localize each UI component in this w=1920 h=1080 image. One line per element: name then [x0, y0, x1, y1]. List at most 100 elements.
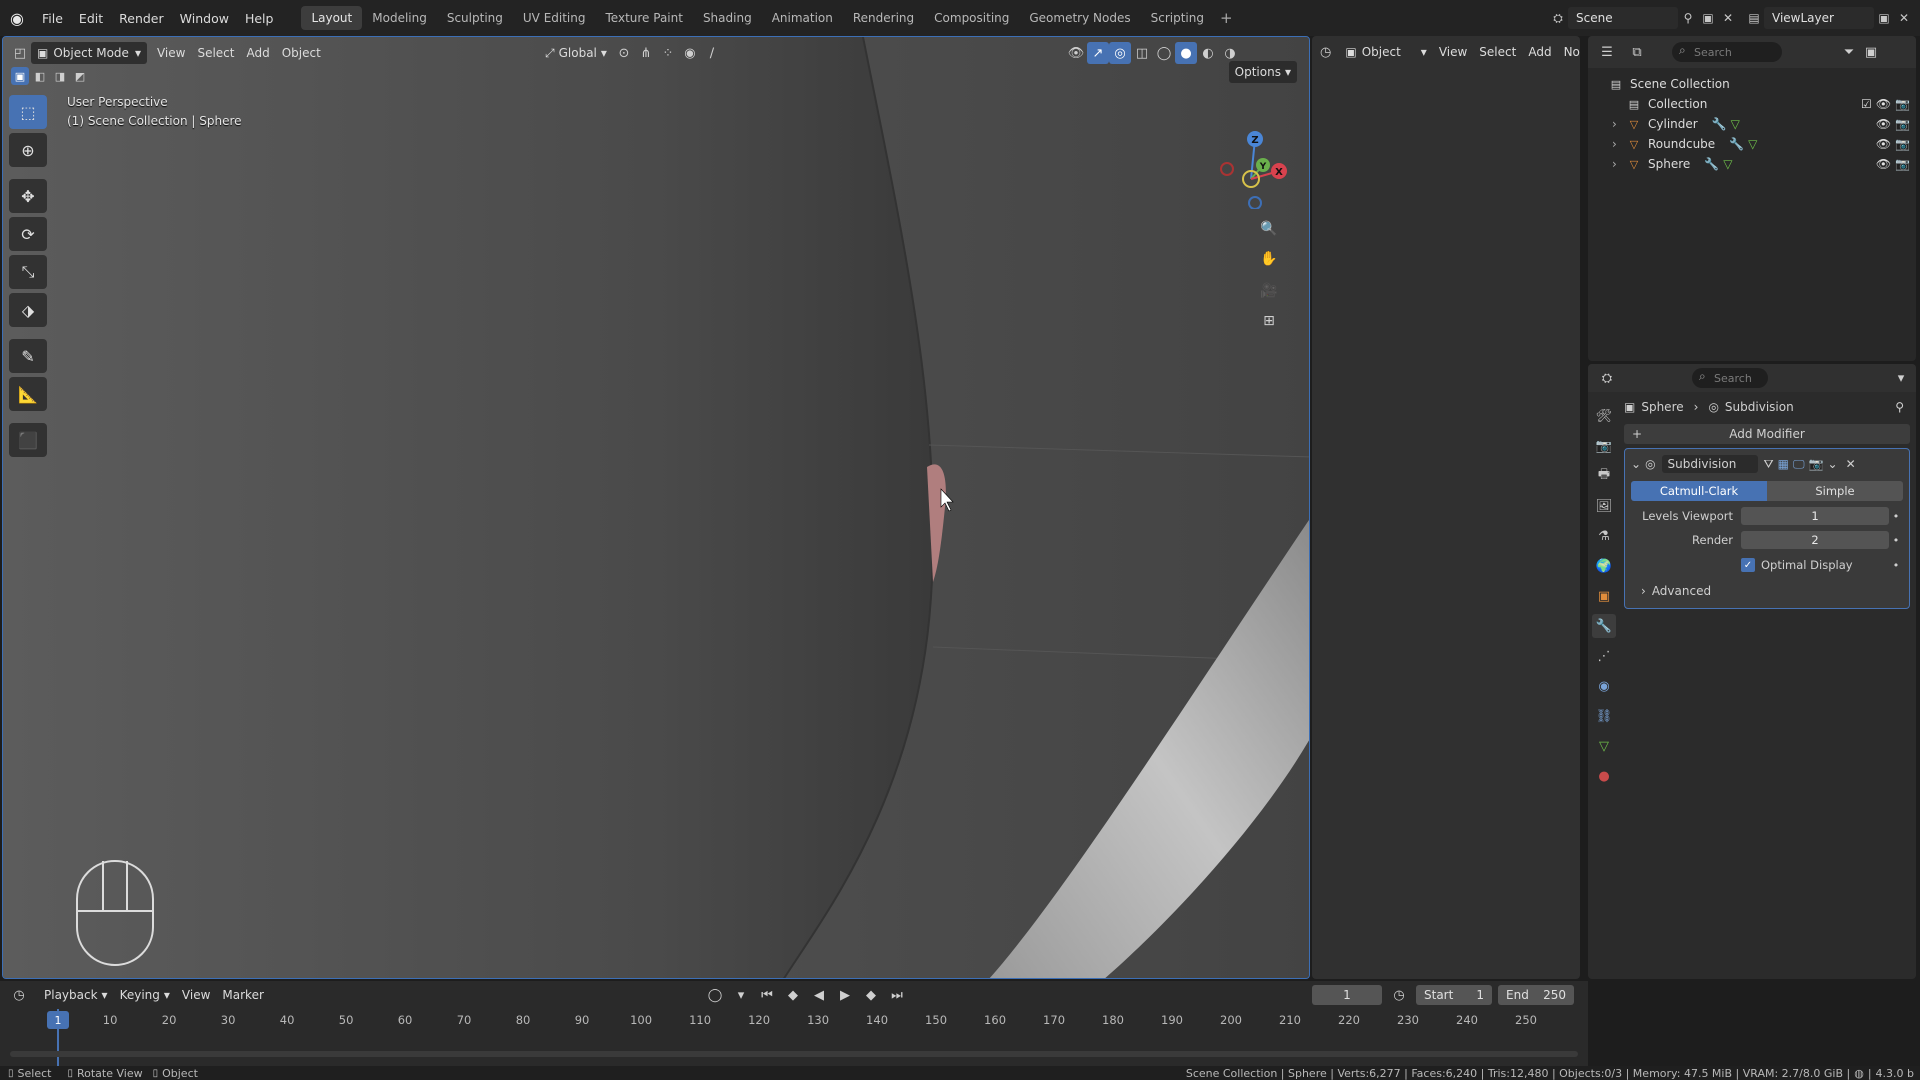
scene-name-field[interactable]: Scene	[1568, 7, 1678, 29]
menu-add[interactable]: Add	[1522, 41, 1557, 63]
scene-tab-icon[interactable]: ⚗	[1592, 524, 1616, 548]
clock-icon[interactable]: ◷	[1388, 984, 1410, 1006]
measure-tool-icon[interactable]: 📐	[9, 377, 47, 411]
modifier-wrench-icon[interactable]: 🔧	[1729, 137, 1744, 151]
keyframe-type-icon[interactable]: ▾	[730, 984, 752, 1006]
collection-row[interactable]: ▤ Collection ☑ 👁 📷	[1608, 94, 1916, 114]
viewlayer-name-field[interactable]: ViewLayer	[1764, 7, 1874, 29]
tree-item-roundcube[interactable]: › ▽ Roundcube 🔧 ▽ 👁 📷	[1608, 134, 1916, 154]
cage-toggle-icon[interactable]: ▦	[1778, 457, 1789, 471]
add-modifier-button[interactable]: + Add Modifier	[1624, 424, 1910, 444]
mesh-data-icon[interactable]: ▽	[1748, 137, 1757, 151]
data-tab-icon[interactable]: ▽	[1592, 734, 1616, 758]
modifier-wrench-icon[interactable]: 🔧	[1712, 117, 1727, 131]
cursor-tool-icon[interactable]: ⊕	[9, 133, 47, 167]
menu-marker[interactable]: Marker	[216, 984, 269, 1006]
editor-type-icon[interactable]: ◰	[9, 42, 31, 64]
mesh-data-icon[interactable]: ▽	[1731, 117, 1740, 131]
simple-button[interactable]: Simple	[1767, 481, 1903, 501]
render-toggle-icon[interactable]: 📷	[1809, 457, 1824, 471]
material-tab-icon[interactable]: ●	[1592, 764, 1616, 788]
menu-view[interactable]: View	[1433, 41, 1473, 63]
tab-sculpting[interactable]: Sculpting	[437, 6, 513, 30]
optimal-display-checkbox-icon[interactable]: ✓	[1741, 558, 1755, 572]
editor-type-icon[interactable]: ⛭	[1596, 367, 1618, 389]
jump-end-icon[interactable]: ⏭	[886, 984, 908, 1006]
outliner-search-input[interactable]: Search	[1672, 42, 1782, 62]
menu-window[interactable]: Window	[172, 0, 237, 36]
scene-icon[interactable]: ⛭	[1548, 7, 1568, 29]
camera-icon[interactable]: 📷	[1895, 137, 1910, 151]
transform-tool-icon[interactable]: ⬗	[9, 293, 47, 327]
filter-icon[interactable]: ⏷	[1838, 41, 1860, 63]
solid-shading-icon[interactable]: ●	[1175, 42, 1197, 64]
tab-layout[interactable]: Layout	[301, 6, 363, 30]
proportional-edit-icon[interactable]: ◉	[679, 42, 701, 64]
constraints-tab-icon[interactable]: ⛓	[1592, 704, 1616, 728]
new-viewlayer-icon[interactable]: ▣	[1874, 7, 1894, 29]
expand-chevron-icon[interactable]: ›	[1612, 137, 1626, 151]
chevron-down-icon[interactable]: ▾	[1890, 367, 1912, 389]
menu-more[interactable]: No	[1558, 41, 1586, 63]
next-keyframe-icon[interactable]: ◆	[860, 984, 882, 1006]
play-icon[interactable]: ▶	[834, 984, 856, 1006]
viewlayer-icon[interactable]: ▤	[1744, 7, 1764, 29]
tool-tab-icon[interactable]: 🛠	[1592, 404, 1616, 428]
eye-icon[interactable]: 👁	[1876, 157, 1891, 171]
chevron-down-icon[interactable]: ⌄	[1828, 457, 1838, 471]
select-box-tool-icon[interactable]: ⬚	[9, 95, 47, 129]
start-frame-field[interactable]: Start 1	[1416, 985, 1492, 1005]
mesh-data-icon[interactable]: ▽	[1723, 157, 1732, 171]
playhead-frame-label[interactable]: 1	[47, 1011, 69, 1029]
output-tab-icon[interactable]: 🖶	[1592, 464, 1616, 488]
object-tab-icon[interactable]: ▣	[1592, 584, 1616, 608]
modifier-name-field[interactable]: Subdivision	[1661, 455, 1758, 473]
timeline-scrollbar[interactable]	[10, 1051, 1578, 1057]
material-shading-icon[interactable]: ◐	[1197, 42, 1219, 64]
collapse-chevron-icon[interactable]: ⌄	[1631, 457, 1641, 471]
tree-item-sphere[interactable]: › ▽ Sphere 🔧 ▽ 👁 📷	[1608, 154, 1916, 174]
close-icon[interactable]: ✕	[1718, 7, 1738, 29]
close-icon[interactable]: ✕	[1846, 457, 1856, 471]
visibility-icon[interactable]: 👁	[1065, 42, 1087, 64]
select-subtract-icon[interactable]: ◨	[51, 67, 69, 85]
keyframe-dot-icon[interactable]: •	[1889, 510, 1903, 523]
options-dropdown[interactable]: Options ▾	[1228, 61, 1297, 83]
camera-view-icon[interactable]: 🎥	[1255, 277, 1283, 305]
tab-geometry-nodes[interactable]: Geometry Nodes	[1019, 6, 1140, 30]
particles-tab-icon[interactable]: ⋰	[1592, 644, 1616, 668]
display-mode-icon[interactable]: ⧉	[1626, 41, 1648, 63]
timeline-ruler[interactable]: 10 20 30 40 50 60 70 80 90 100 110 120 130 140 150 160 1…	[0, 1011, 1588, 1031]
editor-type-icon[interactable]: ☰	[1596, 41, 1618, 63]
select-new-icon[interactable]: ▣	[11, 67, 29, 85]
menu-keying[interactable]: Keying ▾	[114, 984, 176, 1006]
select-intersect-icon[interactable]: ◩	[71, 67, 89, 85]
physics-tab-icon[interactable]: ◉	[1592, 674, 1616, 698]
pin-icon[interactable]: ⚲	[1895, 400, 1904, 414]
gizmo-toggle-icon[interactable]: ↗	[1087, 42, 1109, 64]
axis-gizmo[interactable]: Z Y X	[1179, 89, 1299, 210]
tab-compositing[interactable]: Compositing	[924, 6, 1019, 30]
new-scene-icon[interactable]: ▣	[1698, 7, 1718, 29]
render-levels-field[interactable]: 2	[1741, 531, 1889, 549]
play-reverse-icon[interactable]: ◀	[808, 984, 830, 1006]
eye-icon[interactable]: 👁	[1876, 117, 1891, 131]
pin-icon[interactable]: ⚲	[1678, 7, 1698, 29]
edit-mode-toggle-icon[interactable]: ⛛	[1764, 457, 1774, 472]
blender-logo-icon[interactable]: ◉	[0, 0, 34, 36]
menu-help[interactable]: Help	[237, 0, 282, 36]
3d-viewport[interactable]: ◰ ▣ Object Mode ▾ View Select Add Object…	[2, 36, 1310, 979]
menu-object[interactable]: Object	[276, 42, 327, 64]
keyframe-dot-icon[interactable]: •	[1889, 534, 1903, 547]
camera-icon[interactable]: 📷	[1895, 97, 1910, 111]
eye-icon[interactable]: 👁	[1876, 137, 1891, 151]
tab-animation[interactable]: Animation	[762, 6, 843, 30]
add-cube-tool-icon[interactable]: ⬛	[9, 423, 47, 457]
overlay-toggle-icon[interactable]: ◎	[1109, 42, 1131, 64]
tab-texture-paint[interactable]: Texture Paint	[596, 6, 693, 30]
annotate-tool-icon[interactable]: ✎	[9, 339, 47, 373]
secondary-viewport[interactable]: ◷ ▣ Object ▾ View Select Add No	[1312, 36, 1580, 979]
modifier-wrench-icon[interactable]: 🔧	[1704, 157, 1719, 171]
select-extend-icon[interactable]: ◧	[31, 67, 49, 85]
catmull-clark-button[interactable]: Catmull-Clark	[1631, 481, 1767, 501]
